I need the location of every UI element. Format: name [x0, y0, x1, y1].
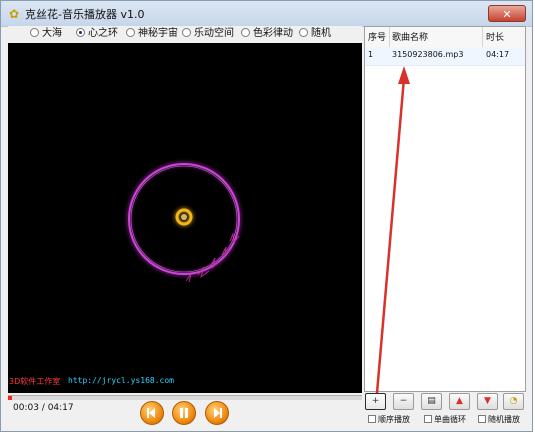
app-flower-icon: ✿ — [8, 7, 20, 21]
option-sequential[interactable]: 顺序播放 — [368, 414, 410, 425]
visual-mode-bar: 大海 心之环 神秘宇宙 乐动空间 色彩律动 随机 — [8, 26, 362, 42]
progress-bar[interactable] — [8, 395, 362, 400]
playlist-header: 序号 歌曲名称 时长 — [365, 27, 525, 48]
mode-label: 色彩律动 — [253, 28, 293, 39]
save-list-icon: ◔ — [509, 396, 518, 406]
radio-icon — [126, 28, 135, 37]
radio-icon — [30, 28, 39, 37]
add-button[interactable]: + — [365, 393, 386, 410]
mode-label: 大海 — [42, 28, 62, 39]
mode-label: 随机 — [311, 28, 331, 39]
mode-label: 神秘宇宙 — [138, 28, 178, 39]
column-divider — [482, 27, 483, 47]
column-header-name[interactable]: 歌曲名称 — [392, 30, 428, 43]
remove-icon: − — [399, 396, 408, 406]
option-label: 随机播放 — [488, 415, 520, 424]
next-button[interactable] — [205, 401, 229, 425]
option-shuffle[interactable]: 随机播放 — [478, 414, 520, 425]
option-label: 单曲循环 — [434, 415, 466, 424]
radio-icon — [241, 28, 250, 37]
player-window: ✿ 克丝花-音乐播放器 v1.0 ✕ 大海 心之环 神秘宇宙 乐动空间 色彩律动… — [0, 0, 533, 432]
option-label: 顺序播放 — [378, 415, 410, 424]
column-divider — [389, 27, 390, 47]
move-down-button[interactable]: ▼ — [477, 393, 498, 410]
column-header-duration[interactable]: 时长 — [486, 30, 504, 43]
row-index: 1 — [368, 50, 374, 59]
close-icon: ✕ — [502, 8, 512, 21]
clear-icon: ▤ — [427, 396, 436, 406]
studio-url-link[interactable]: http://jrycl.ys168.com — [68, 376, 174, 385]
option-repeat-one[interactable]: 单曲循环 — [424, 414, 466, 425]
remove-button[interactable]: − — [393, 393, 414, 410]
clear-button[interactable]: ▤ — [421, 393, 442, 410]
window-title: 克丝花-音乐播放器 v1.0 — [25, 8, 145, 21]
table-row[interactable]: 1 3150923806.mp3 04:17 — [365, 47, 525, 66]
checkbox-icon — [478, 415, 486, 423]
radio-selected-icon — [76, 28, 85, 37]
next-icon — [214, 408, 222, 418]
mode-radio-mystic-universe[interactable]: 神秘宇宙 — [126, 27, 178, 41]
mode-radio-random[interactable]: 随机 — [299, 27, 331, 41]
mode-radio-heart-ring[interactable]: 心之环 — [76, 27, 118, 41]
mode-radio-ocean[interactable]: 大海 — [30, 27, 62, 41]
move-down-icon: ▼ — [484, 396, 491, 406]
spark-trail — [185, 232, 240, 283]
visualizer-canvas: 3D软件工作室 http://jrycl.ys168.com — [8, 43, 362, 393]
column-header-index[interactable]: 序号 — [368, 30, 386, 43]
previous-button[interactable] — [140, 401, 164, 425]
checkbox-icon — [368, 415, 376, 423]
move-up-button[interactable]: ▲ — [449, 393, 470, 410]
radio-icon — [299, 28, 308, 37]
studio-label: 3D软件工作室 — [9, 377, 61, 386]
row-song-name: 3150923806.mp3 — [392, 50, 464, 59]
close-button[interactable]: ✕ — [488, 5, 526, 22]
save-list-button[interactable]: ◔ — [503, 393, 524, 410]
pause-button[interactable] — [172, 401, 196, 425]
checkbox-icon — [424, 415, 432, 423]
radio-icon — [182, 28, 191, 37]
move-up-icon: ▲ — [456, 396, 463, 406]
previous-icon — [147, 408, 155, 418]
playlist-table: 序号 歌曲名称 时长 1 3150923806.mp3 04:17 — [364, 26, 526, 392]
progress-fill — [8, 396, 13, 400]
title-bar[interactable]: ✿ 克丝花-音乐播放器 v1.0 ✕ — [1, 1, 532, 27]
add-icon: + — [371, 396, 380, 406]
visualizer-graphic — [128, 163, 240, 283]
mode-radio-music-space[interactable]: 乐动空间 — [182, 27, 234, 41]
mode-label: 心之环 — [88, 28, 118, 39]
row-duration: 04:17 — [486, 50, 510, 59]
time-readout: 00:03 / 04:17 — [13, 403, 74, 413]
mode-radio-color-rhythm[interactable]: 色彩律动 — [241, 27, 293, 41]
pause-icon — [180, 408, 188, 418]
mode-label: 乐动空间 — [194, 28, 234, 39]
